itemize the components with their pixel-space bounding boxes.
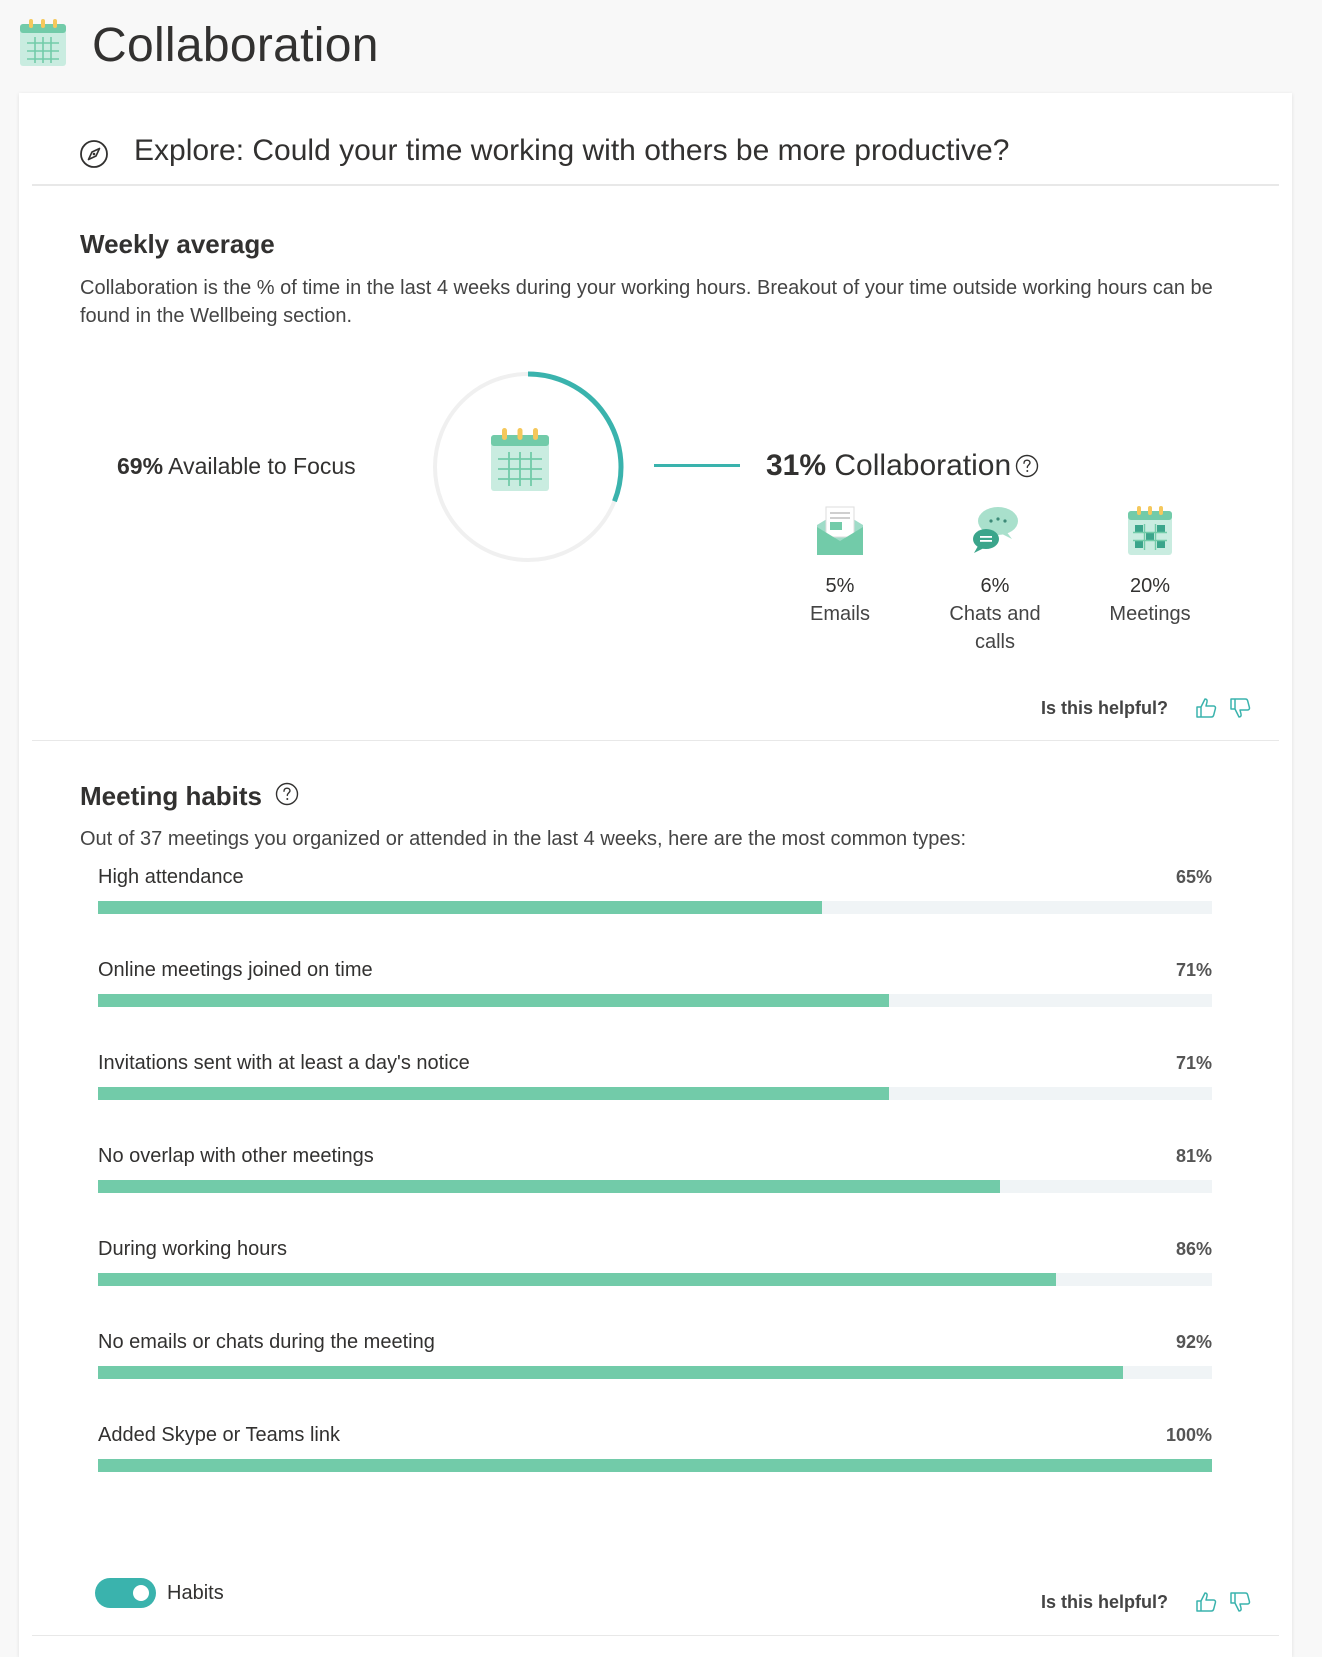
habit-row: Added Skype or Teams link 100% <box>98 1421 1212 1501</box>
meeting-habits-description: Out of 37 meetings you organized or atte… <box>80 828 967 850</box>
collaboration-ring <box>428 367 628 567</box>
page-header: Collaboration <box>0 0 1322 92</box>
habit-track <box>98 901 1212 914</box>
habit-value: 86% <box>1175 1239 1212 1259</box>
breakdown-meetings: 20% Meetings <box>1090 503 1210 628</box>
habit-label: High attendance <box>98 866 244 888</box>
habit-value: 81% <box>1175 1146 1212 1166</box>
compass-icon <box>80 140 108 168</box>
helpful-text: Is this helpful? <box>1040 1591 1168 1612</box>
habit-bar <box>98 1180 1001 1193</box>
habit-row: Invitations sent with at least a day's n… <box>98 1049 1212 1129</box>
habit-label: No overlap with other meetings <box>98 1145 374 1167</box>
focus-label: 69% Available to Focus <box>117 450 356 482</box>
helpful-feedback: Is this helpful? <box>1041 1588 1252 1616</box>
chats-calls-percent: 6% <box>980 575 1010 597</box>
thumbs-up-icon[interactable] <box>1194 1590 1218 1614</box>
habit-label: Online meetings joined on time <box>98 959 373 981</box>
habits-toggle[interactable] <box>95 1578 156 1608</box>
habit-label: Added Skype or Teams link <box>98 1424 340 1446</box>
thumbs-down-icon[interactable] <box>1228 696 1252 720</box>
toggle-knob <box>133 1585 149 1601</box>
habit-value: 92% <box>1175 1332 1212 1352</box>
help-icon[interactable] <box>275 782 299 806</box>
page-title: Collaboration <box>92 19 379 72</box>
habit-row: No overlap with other meetings 81% <box>98 1142 1212 1222</box>
habit-row: No emails or chats during the meeting 92… <box>98 1328 1212 1408</box>
meeting-habits-title-text: Meeting habits <box>80 781 263 811</box>
habit-row: High attendance 65% <box>98 863 1212 943</box>
habit-bar <box>98 994 889 1007</box>
habit-bar <box>98 1366 1123 1379</box>
focus-percent: 69% <box>117 453 164 479</box>
divider <box>32 184 1279 186</box>
habit-value: 71% <box>1175 1053 1212 1073</box>
weekly-average-description: Collaboration is the % of time in the la… <box>80 277 1213 327</box>
calendar-icon <box>491 428 549 491</box>
divider <box>32 1635 1279 1636</box>
habit-bar <box>98 901 823 914</box>
collaboration-percent: 31% <box>766 449 827 482</box>
habit-value: 100% <box>1165 1425 1212 1445</box>
thumbs-down-icon[interactable] <box>1228 1590 1252 1614</box>
calendar-icon <box>20 19 66 66</box>
habit-track <box>98 1180 1212 1193</box>
habit-label: Invitations sent with at least a day's n… <box>98 1052 470 1074</box>
habit-label: During working hours <box>98 1238 287 1260</box>
focus-text: Available to Focus <box>168 453 356 479</box>
habit-row: During working hours 86% <box>98 1235 1212 1315</box>
envelope-icon <box>817 506 863 555</box>
habit-label: No emails or chats during the meeting <box>98 1331 435 1353</box>
meeting-habits-title: Meeting habits <box>80 779 262 813</box>
habit-track <box>98 1366 1212 1379</box>
explore-text: Explore: Could your time working with ot… <box>134 134 1010 167</box>
habit-bar <box>98 1087 889 1100</box>
habit-track <box>98 1273 1212 1286</box>
calendar-icon <box>1128 506 1172 555</box>
habit-track <box>98 994 1212 1007</box>
thumbs-up-icon[interactable] <box>1194 696 1218 720</box>
meetings-percent: 20% <box>1129 575 1171 597</box>
habits-toggle-label: Habits <box>167 1582 224 1604</box>
helpful-text: Is this helpful? <box>1040 697 1168 718</box>
collaboration-label: 31% Collaboration <box>766 446 1011 486</box>
habit-value: 71% <box>1175 960 1212 980</box>
ring-connector-line <box>654 464 740 467</box>
collaboration-text: Collaboration <box>834 449 1012 482</box>
habit-value: 65% <box>1175 867 1212 887</box>
habit-track <box>98 1087 1212 1100</box>
chat-bubbles-icon <box>973 507 1018 553</box>
habit-bar <box>98 1459 1212 1472</box>
help-icon[interactable] <box>1015 454 1039 478</box>
collaboration-card: Explore: Could your time working with ot… <box>19 93 1292 1657</box>
habit-row: Online meetings joined on time 71% <box>98 956 1212 1036</box>
meetings-label: Meetings <box>1109 603 1191 625</box>
weekly-average-title: Weekly average <box>80 229 275 259</box>
emails-percent: 5% <box>825 575 855 597</box>
divider <box>32 740 1279 741</box>
breakdown-chats-calls: 6% Chats and calls <box>935 503 1055 656</box>
habit-bar <box>98 1273 1057 1286</box>
breakdown-emails: 5% Emails <box>780 503 900 628</box>
helpful-feedback: Is this helpful? <box>1041 694 1252 722</box>
chats-calls-label: Chats and calls <box>949 603 1041 653</box>
emails-label: Emails <box>809 603 870 625</box>
habit-track <box>98 1459 1212 1472</box>
explore-banner[interactable]: Explore: Could your time working with ot… <box>19 93 1292 196</box>
